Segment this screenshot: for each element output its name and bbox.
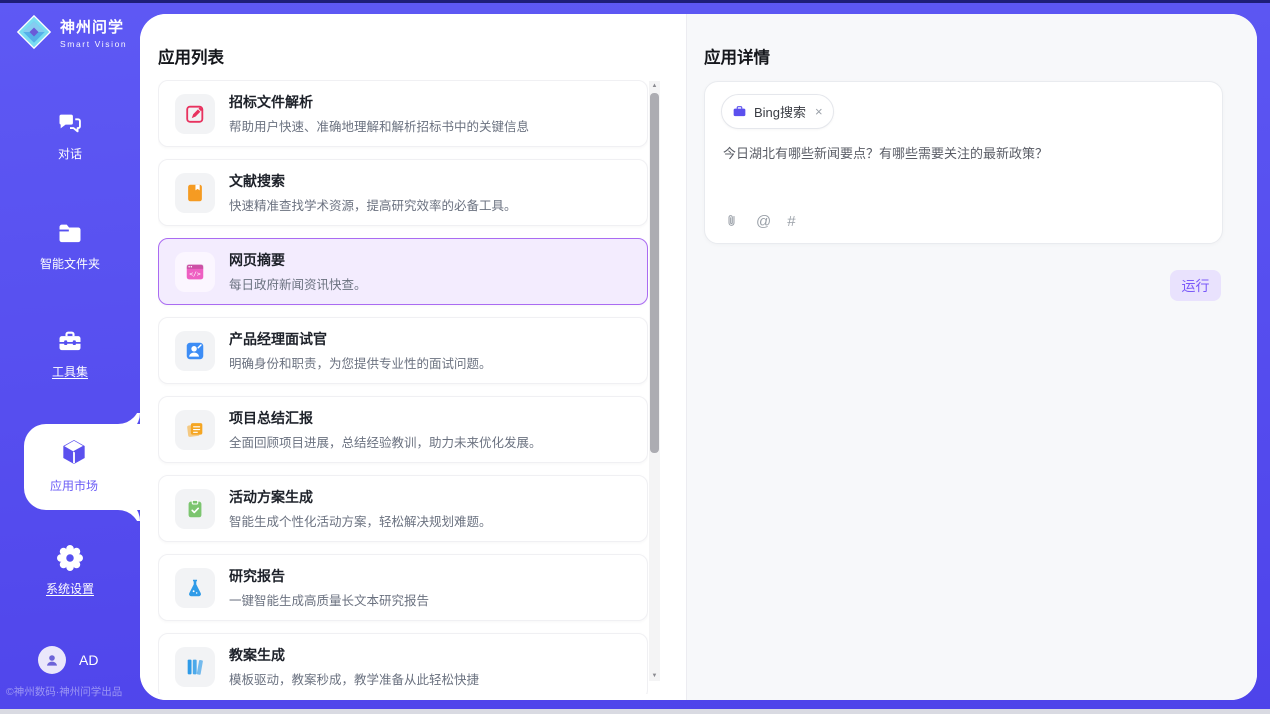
brand-diamond-icon xyxy=(16,14,52,50)
sidebar-item-label: 对话 xyxy=(0,145,140,162)
app-detail-panel: 应用详情 Bing搜索 × 今日湖北有哪些新闻要点？有哪些需要关注的最新政策？ … xyxy=(686,14,1257,700)
app-icon-box xyxy=(175,568,215,608)
app-card-name: 招标文件解析 xyxy=(229,92,529,112)
app-icon-box xyxy=(175,94,215,134)
app-card-event-plan[interactable]: 活动方案生成 智能生成个性化活动方案，轻松解决规划难题。 xyxy=(158,475,648,542)
at-icon[interactable]: @ xyxy=(756,214,771,229)
sidebar-item-toolset[interactable]: 工具集 xyxy=(0,328,140,380)
app-icon-box: </> xyxy=(175,252,215,292)
brand-subtitle: Smart Vision xyxy=(60,39,127,49)
app-card-lesson-plan[interactable]: 教案生成 模板驱动，教案秒成，教学准备从此轻松快捷 xyxy=(158,633,648,694)
app-card-name: 研究报告 xyxy=(229,566,429,586)
app-card-desc: 帮助用户快速、准确地理解和解析招标书中的关键信息 xyxy=(229,116,529,135)
svg-text:</>: </> xyxy=(189,270,201,278)
app-list-scrollbar[interactable]: ▲ ▼ xyxy=(649,81,660,681)
app-card-bid-parse[interactable]: 招标文件解析 帮助用户快速、准确地理解和解析招标书中的关键信息 xyxy=(158,80,648,147)
app-card-pm-interviewer[interactable]: 产品经理面试官 明确身份和职责，为您提供专业性的面试问题。 xyxy=(158,317,648,384)
sidebar-item-smart-folder[interactable]: 智能文件夹 xyxy=(0,220,140,272)
hash-icon[interactable]: # xyxy=(787,214,795,229)
chat-icon xyxy=(56,110,84,138)
tool-tag-bing-search[interactable]: Bing搜索 × xyxy=(721,94,834,129)
avatar xyxy=(38,646,66,674)
app-card-name: 教案生成 xyxy=(229,645,479,665)
brand-logo: 神州问学 Smart Vision xyxy=(16,14,127,50)
notes-icon xyxy=(184,419,206,441)
sidebar-item-chat[interactable]: 对话 xyxy=(0,110,140,162)
sidebar-item-app-market[interactable]: 应用市场 xyxy=(24,424,140,510)
app-card-desc: 每日政府新闻资讯快查。 xyxy=(229,274,367,293)
flask-icon xyxy=(184,577,206,599)
books-icon xyxy=(184,656,206,678)
app-card-desc: 一键智能生成高质量长文本研究报告 xyxy=(229,590,429,609)
sidebar-item-label: 应用市场 xyxy=(16,477,132,494)
briefcase-icon xyxy=(732,104,747,119)
tool-tag-label: Bing搜索 xyxy=(754,102,806,121)
sidebar-item-label: 工具集 xyxy=(0,363,140,380)
query-text[interactable]: 今日湖北有哪些新闻要点？有哪些需要关注的最新政策？ xyxy=(723,144,1206,164)
book-icon xyxy=(184,182,206,204)
app-card-desc: 全面回顾项目进展，总结经验教训，助力未来优化发展。 xyxy=(229,432,542,451)
app-card-literature-search[interactable]: 文献搜索 快速精准查找学术资源，提高研究效率的必备工具。 xyxy=(158,159,648,226)
app-card-name: 网页摘要 xyxy=(229,250,367,270)
app-list-title: 应用列表 xyxy=(158,44,224,68)
app-icon-box xyxy=(175,410,215,450)
scrollbar-thumb[interactable] xyxy=(650,93,659,453)
paperclip-icon[interactable] xyxy=(723,213,740,230)
copyright-footer: ©神州数码·神州问学出品 xyxy=(6,684,122,699)
run-button[interactable]: 运行 xyxy=(1170,270,1221,301)
app-icon-box xyxy=(175,173,215,213)
interviewer-icon xyxy=(184,340,206,362)
sidebar-item-label: 系统设置 xyxy=(0,580,140,597)
app-detail-title: 应用详情 xyxy=(704,44,770,68)
sidebar-item-settings[interactable]: 系统设置 xyxy=(0,543,140,597)
app-card-name: 产品经理面试官 xyxy=(229,329,492,349)
app-icon-box xyxy=(175,647,215,687)
app-card-webpage-summary[interactable]: </> 网页摘要 每日政府新闻资讯快查。 xyxy=(158,238,648,305)
brand-name: 神州问学 xyxy=(60,16,127,37)
app-card-name: 活动方案生成 xyxy=(229,487,492,507)
app-card-list: 招标文件解析 帮助用户快速、准确地理解和解析招标书中的关键信息 文献搜索 快速精… xyxy=(158,80,648,694)
user-account[interactable]: AD xyxy=(38,646,98,674)
app-card-research-report[interactable]: 研究报告 一键智能生成高质量长文本研究报告 xyxy=(158,554,648,621)
folder-icon xyxy=(56,220,84,248)
content-panel: 应用列表 招标文件解析 帮助用户快速、准确地理解和解析招标书中的关键信息 xyxy=(140,14,1257,700)
scroll-up-icon[interactable]: ▲ xyxy=(649,83,660,89)
webpage-code-icon: </> xyxy=(184,261,206,283)
user-name: AD xyxy=(79,652,98,668)
app-list-panel: 应用列表 招标文件解析 帮助用户快速、准确地理解和解析招标书中的关键信息 xyxy=(140,14,686,700)
cube-icon xyxy=(58,436,90,468)
window-top-edge xyxy=(0,0,1270,3)
query-input-card[interactable]: Bing搜索 × 今日湖北有哪些新闻要点？有哪些需要关注的最新政策？ @ # xyxy=(704,81,1223,244)
close-icon[interactable]: × xyxy=(815,104,823,119)
app-card-desc: 快速精准查找学术资源，提高研究效率的必备工具。 xyxy=(229,195,517,214)
scroll-down-icon[interactable]: ▼ xyxy=(649,673,660,679)
gear-icon xyxy=(55,543,85,573)
attach-toolbar: @ # xyxy=(723,213,796,230)
app-card-name: 文献搜索 xyxy=(229,171,517,191)
clipboard-check-icon xyxy=(184,498,206,520)
app-card-desc: 明确身份和职责，为您提供专业性的面试问题。 xyxy=(229,353,492,372)
sidebar: 神州问学 Smart Vision 对话 智能文件夹 工具集 xyxy=(0,0,140,714)
window-bottom-edge xyxy=(0,709,1270,714)
app-icon-box xyxy=(175,489,215,529)
edit-document-icon xyxy=(184,103,206,125)
app-card-name: 项目总结汇报 xyxy=(229,408,542,428)
app-card-desc: 模板驱动，教案秒成，教学准备从此轻松快捷 xyxy=(229,669,479,688)
app-card-desc: 智能生成个性化活动方案，轻松解决规划难题。 xyxy=(229,511,492,530)
sidebar-item-label: 智能文件夹 xyxy=(0,255,140,272)
app-card-project-summary[interactable]: 项目总结汇报 全面回顾项目进展，总结经验教训，助力未来优化发展。 xyxy=(158,396,648,463)
toolbox-icon xyxy=(56,328,84,356)
app-icon-box xyxy=(175,331,215,371)
avatar-person-icon xyxy=(44,652,60,668)
